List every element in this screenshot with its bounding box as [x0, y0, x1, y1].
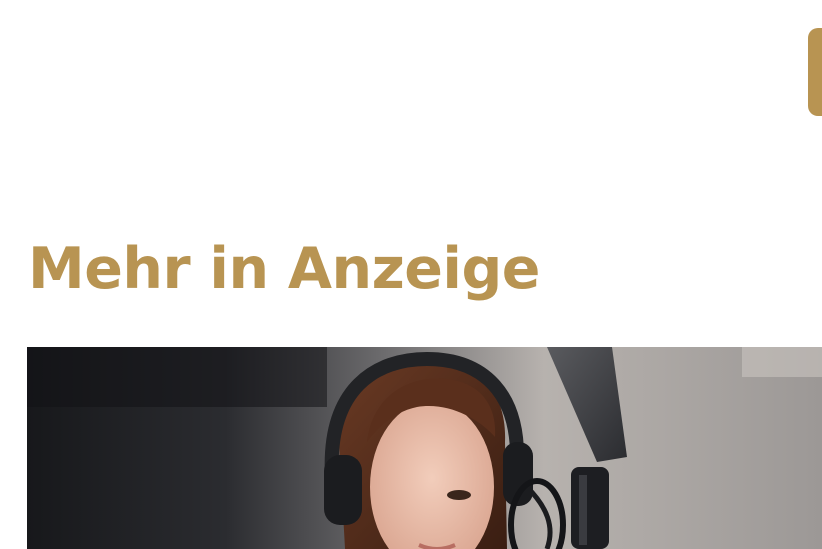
header-action-button[interactable]: [808, 28, 822, 116]
teaser-photo-illustration: [27, 347, 822, 549]
teaser-image[interactable]: [27, 347, 822, 549]
section-title: Mehr in Anzeige: [28, 236, 540, 302]
